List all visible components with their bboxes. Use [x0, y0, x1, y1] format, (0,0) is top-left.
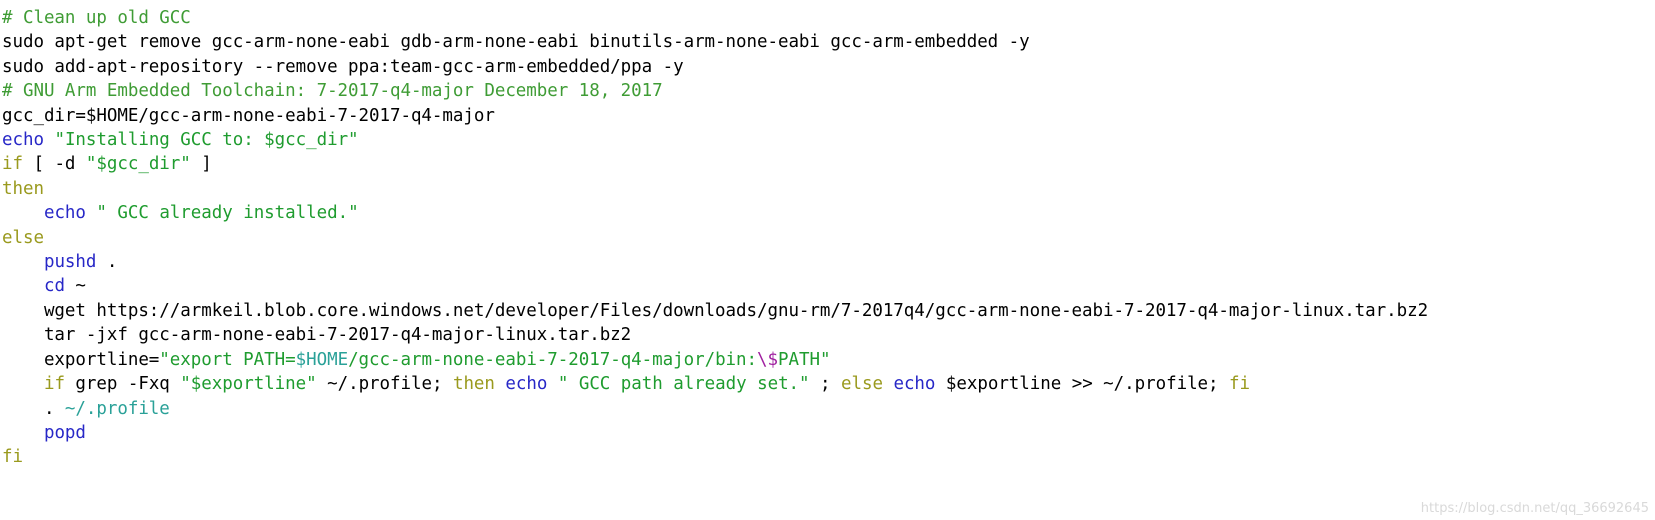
code-line: tar -jxf gcc-arm-none-eabi-7-2017-q4-maj… [2, 323, 1655, 347]
code-line: popd [2, 421, 1655, 445]
code-line: gcc_dir=$HOME/gcc-arm-none-eabi-7-2017-q… [2, 104, 1655, 128]
code-line: echo " GCC already installed." [2, 201, 1655, 225]
code-token-string: "export PATH= [159, 349, 296, 370]
code-line: # Clean up old GCC [2, 6, 1655, 30]
code-token-keyword: else [2, 227, 44, 248]
code-token-plain: ~/.profile; [316, 374, 453, 395]
code-token-string: " GCC already installed." [96, 203, 359, 224]
code-token-string: PATH" [778, 349, 831, 370]
code-token-string: " GCC path already set." [557, 374, 810, 395]
code-token-string: /gcc-arm-none-eabi-7-2017-q4-major/bin: [348, 349, 758, 370]
code-token-keyword: if [43, 374, 65, 395]
code-line: wget https://armkeil.blob.core.windows.n… [2, 299, 1655, 323]
code-token-builtin: pushd [43, 252, 97, 273]
code-token-plain: ] [190, 154, 212, 175]
watermark: https://blog.csdn.net/qq_36692645 [1420, 501, 1649, 516]
code-token-escape: \$ [757, 349, 778, 370]
code-line: sudo add-apt-repository --remove ppa:tea… [2, 55, 1655, 79]
code-token-plain: sudo add-apt-repository --remove ppa:tea… [2, 56, 684, 77]
code-token-builtin: popd [43, 422, 86, 443]
code-token-comment: # GNU Arm Embedded Toolchain: 7-2017-q4-… [2, 81, 663, 102]
code-line: cd ~ [2, 274, 1655, 298]
code-token-builtin: echo [2, 130, 44, 151]
code-token-comment: # Clean up old GCC [2, 8, 191, 28]
code-line: . ~/.profile [2, 397, 1655, 421]
code-line: if grep -Fxq "$exportline" ~/.profile; t… [2, 372, 1655, 396]
code-line: if [ -d "$gcc_dir" ] [2, 152, 1655, 176]
code-block: # Clean up old GCC sudo apt-get remove gc… [0, 0, 1655, 520]
code-line: fi [2, 445, 1655, 469]
code-token-plain: ~ [64, 276, 86, 297]
code-token-string: "$exportline" [180, 374, 317, 395]
code-token-keyword: fi [1229, 374, 1250, 395]
code-token-plain: grep -Fxq [64, 374, 181, 395]
code-token-variable: ~/.profile [64, 398, 170, 419]
code-line: echo "Installing GCC to: $gcc_dir" [2, 128, 1655, 152]
code-token-plain: . [2, 398, 65, 419]
code-token-keyword: then [452, 374, 495, 395]
code-token-plain: wget https://armkeil.blob.core.windows.n… [2, 300, 1429, 321]
code-token-plain: [ -d [22, 154, 86, 175]
code-line: sudo apt-get remove gcc-arm-none-eabi gd… [2, 30, 1655, 54]
code-token-plain: tar -jxf gcc-arm-none-eabi-7-2017-q4-maj… [2, 325, 632, 346]
code-token-plain: ; [809, 374, 841, 395]
code-line: then [2, 177, 1655, 201]
code-token-builtin: cd [43, 276, 65, 297]
code-token-plain: exportline= [2, 349, 160, 370]
code-line: exportline="export PATH=$HOME/gcc-arm-no… [2, 348, 1655, 372]
code-token-plain: . [96, 252, 118, 273]
code-token-builtin: echo [893, 374, 936, 395]
code-token-builtin: echo [43, 203, 86, 224]
code-token-keyword: fi [2, 447, 23, 468]
code-token-variable: $HOME [295, 349, 349, 370]
code-line: pushd . [2, 250, 1655, 274]
code-token-string: "$gcc_dir" [85, 154, 191, 175]
code-token-plain: $exportline >> ~/.profile; [935, 374, 1230, 395]
code-line: else [2, 226, 1655, 250]
code-token-string: "Installing GCC to: $gcc_dir" [54, 130, 359, 151]
code-token-keyword: then [2, 178, 44, 199]
code-token-plain: gcc_dir=$HOME/gcc-arm-none-eabi-7-2017-q… [2, 105, 495, 126]
code-line: # GNU Arm Embedded Toolchain: 7-2017-q4-… [2, 79, 1655, 103]
code-token-keyword: else [841, 374, 883, 395]
code-token-builtin: echo [505, 374, 548, 395]
code-token-plain: sudo apt-get remove gcc-arm-none-eabi gd… [2, 32, 1030, 53]
code-token-keyword: if [2, 154, 23, 175]
